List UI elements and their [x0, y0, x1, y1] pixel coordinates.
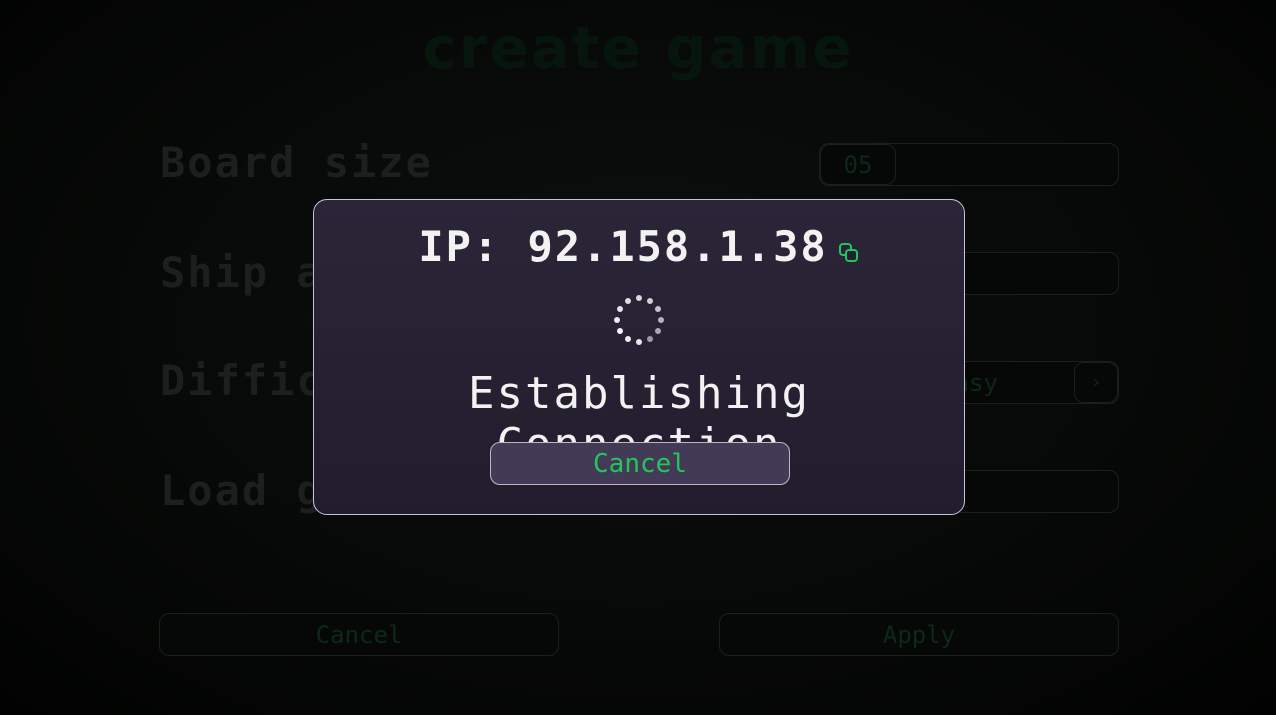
loading-spinner-icon [613, 294, 665, 346]
connection-modal: IP: 92.158.1.38 Establishing Connection … [313, 199, 965, 515]
modal-cancel-button[interactable]: Cancel [490, 442, 790, 485]
ip-address-text: IP: 92.158.1.38 [418, 222, 828, 271]
ip-row: IP: 92.158.1.38 [314, 222, 964, 274]
copy-icon[interactable] [838, 225, 860, 274]
